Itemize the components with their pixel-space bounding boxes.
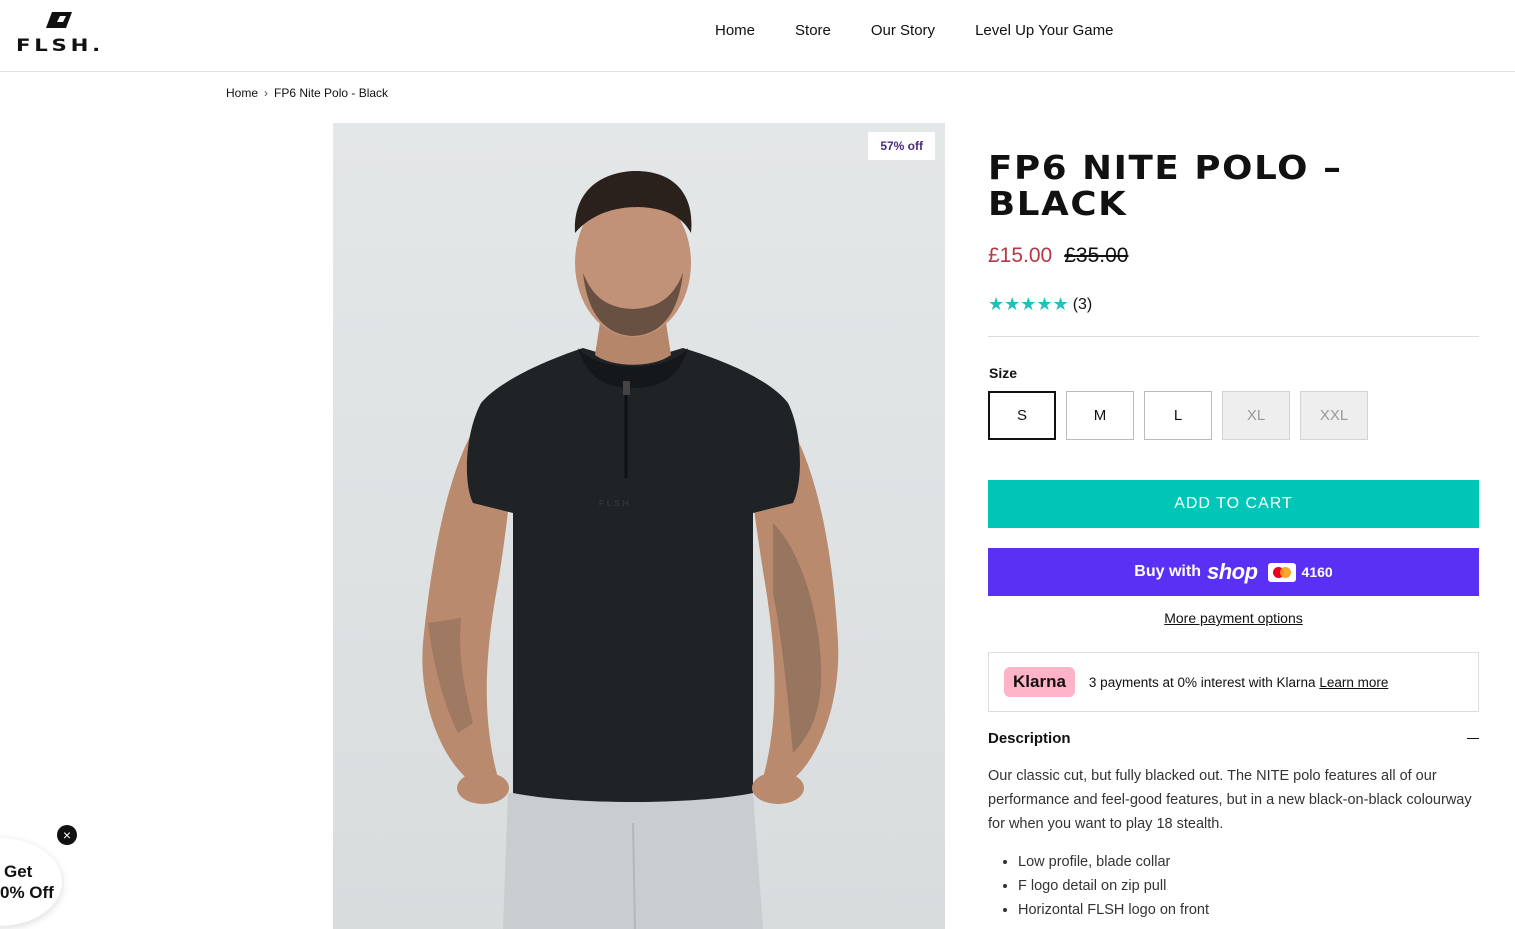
breadcrumb-home[interactable]: Home (226, 86, 258, 100)
site-logo[interactable]: FLSH. (16, 10, 108, 56)
product-image[interactable]: FLSH 57% off (333, 123, 945, 929)
shop-pay-logo: shop (1206, 559, 1258, 584)
klarna-logo: Klarna (1004, 667, 1075, 697)
breadcrumb: Home › FP6 Nite Polo - Black (226, 86, 388, 100)
product-title: FP6 NITE POLO – BLACK (988, 148, 1343, 223)
klarna-message: 3 payments at 0% interest with Klarna Le… (1089, 675, 1388, 690)
price-block: £15.00 £35.00 (988, 244, 1128, 268)
shop-pay-buy-label: Buy with (1134, 563, 1201, 580)
description-toggle[interactable]: Description (988, 730, 1479, 747)
card-last4: 4160 (1301, 564, 1333, 580)
promo-text[interactable]: Get 0% Off (0, 861, 54, 903)
discount-badge: 57% off (868, 132, 935, 160)
list-item: Horizontal FLSH logo on front (1018, 898, 1209, 922)
size-label: Size (989, 365, 1018, 381)
site-header: FLSH. Home Store Our Story Level Up Your… (0, 0, 1515, 72)
size-m-button[interactable]: M (1066, 391, 1134, 440)
klarna-text: 3 payments at 0% interest with Klarna (1088, 674, 1316, 690)
model-photo: FLSH (422, 170, 839, 929)
promo-line-1: Get (4, 862, 33, 881)
size-l-button[interactable]: L (1144, 391, 1212, 440)
rating-count: (3) (1072, 295, 1093, 313)
nav-store[interactable]: Store (795, 22, 831, 39)
shirt-logo: FLSH (599, 499, 631, 508)
promo-line-2: 0% Off (0, 883, 54, 902)
add-to-cart-button[interactable]: ADD TO CART (988, 480, 1479, 528)
shop-pay-button[interactable]: Buy with shop 4160 (988, 548, 1479, 596)
close-icon[interactable]: × (57, 825, 77, 845)
nav-level-up[interactable]: Level Up Your Game (975, 22, 1113, 39)
size-xl-button[interactable]: XL (1222, 391, 1290, 440)
logo-text: FLSH. (16, 36, 104, 56)
nav-home[interactable]: Home (715, 22, 755, 39)
star-rating-icon: ★★★★★ (988, 294, 1069, 314)
rating[interactable]: ★★★★★ (3) (988, 294, 1092, 315)
divider (988, 336, 1479, 337)
klarna-banner: Klarna 3 payments at 0% interest with Kl… (988, 652, 1479, 712)
description-title: Description (988, 730, 1071, 747)
list-item: Low profile, blade collar (1018, 850, 1209, 874)
size-xxl-button[interactable]: XXL (1300, 391, 1368, 440)
description-text: Our classic cut, but fully blacked out. … (988, 768, 1472, 832)
original-price: £35.00 (1064, 244, 1129, 267)
main-nav: Home Store Our Story Level Up Your Game (715, 22, 1113, 39)
chevron-right-icon: › (264, 86, 269, 100)
mastercard-icon (1267, 562, 1296, 582)
nav-our-story[interactable]: Our Story (871, 22, 935, 39)
more-payment-options-link[interactable]: More payment options (988, 610, 1479, 626)
feature-list: Low profile, blade collar F logo detail … (1018, 850, 1209, 922)
list-item: F logo detail on zip pull (1018, 874, 1209, 898)
sale-price: £15.00 (988, 244, 1053, 267)
size-s-button[interactable]: S (988, 391, 1056, 440)
product-info: FP6 NITE POLO – BLACK £15.00 £35.00 ★★★★… (988, 148, 1479, 918)
size-selector: S M L XL XXL (988, 391, 1368, 440)
klarna-learn-more-link[interactable]: Learn more (1319, 675, 1388, 690)
minus-icon (1467, 738, 1479, 739)
breadcrumb-current: FP6 Nite Polo - Black (274, 86, 389, 100)
